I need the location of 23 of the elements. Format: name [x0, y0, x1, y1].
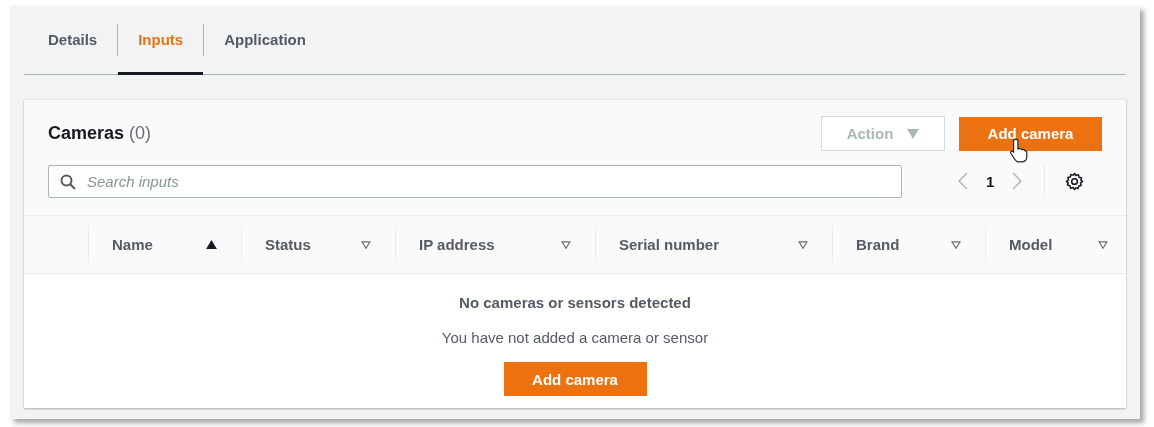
- sort-icon[interactable]: [1098, 240, 1108, 249]
- search-icon: [60, 173, 76, 190]
- tab[interactable]: Application: [204, 6, 326, 75]
- panel-title: Cameras: [48, 123, 125, 143]
- column-header[interactable]: IP address: [419, 236, 495, 253]
- sort-icon[interactable]: [798, 240, 808, 249]
- sort-ascending-icon[interactable]: [206, 240, 217, 249]
- page-number[interactable]: 1: [986, 172, 995, 190]
- sort-icon[interactable]: [361, 240, 371, 249]
- sort-icon[interactable]: [561, 240, 571, 249]
- sort-icon[interactable]: [951, 240, 961, 249]
- empty-state-message: You have not added a camera or sensor: [441, 329, 709, 346]
- search-field[interactable]: Search inputs: [48, 164, 902, 198]
- caret-icon: [907, 128, 920, 139]
- empty-state-title: No cameras or sensors detected: [459, 294, 691, 311]
- column-header[interactable]: Brand: [856, 236, 900, 253]
- column-header[interactable]: Serial number: [619, 236, 720, 253]
- camera-count: (0): [129, 123, 152, 143]
- column-header[interactable]: Model: [1009, 236, 1053, 253]
- column-header[interactable]: Name: [112, 236, 153, 253]
- settings-icon[interactable]: [1065, 171, 1085, 191]
- column-header[interactable]: Status: [265, 236, 311, 253]
- tab[interactable]: Details: [28, 6, 118, 75]
